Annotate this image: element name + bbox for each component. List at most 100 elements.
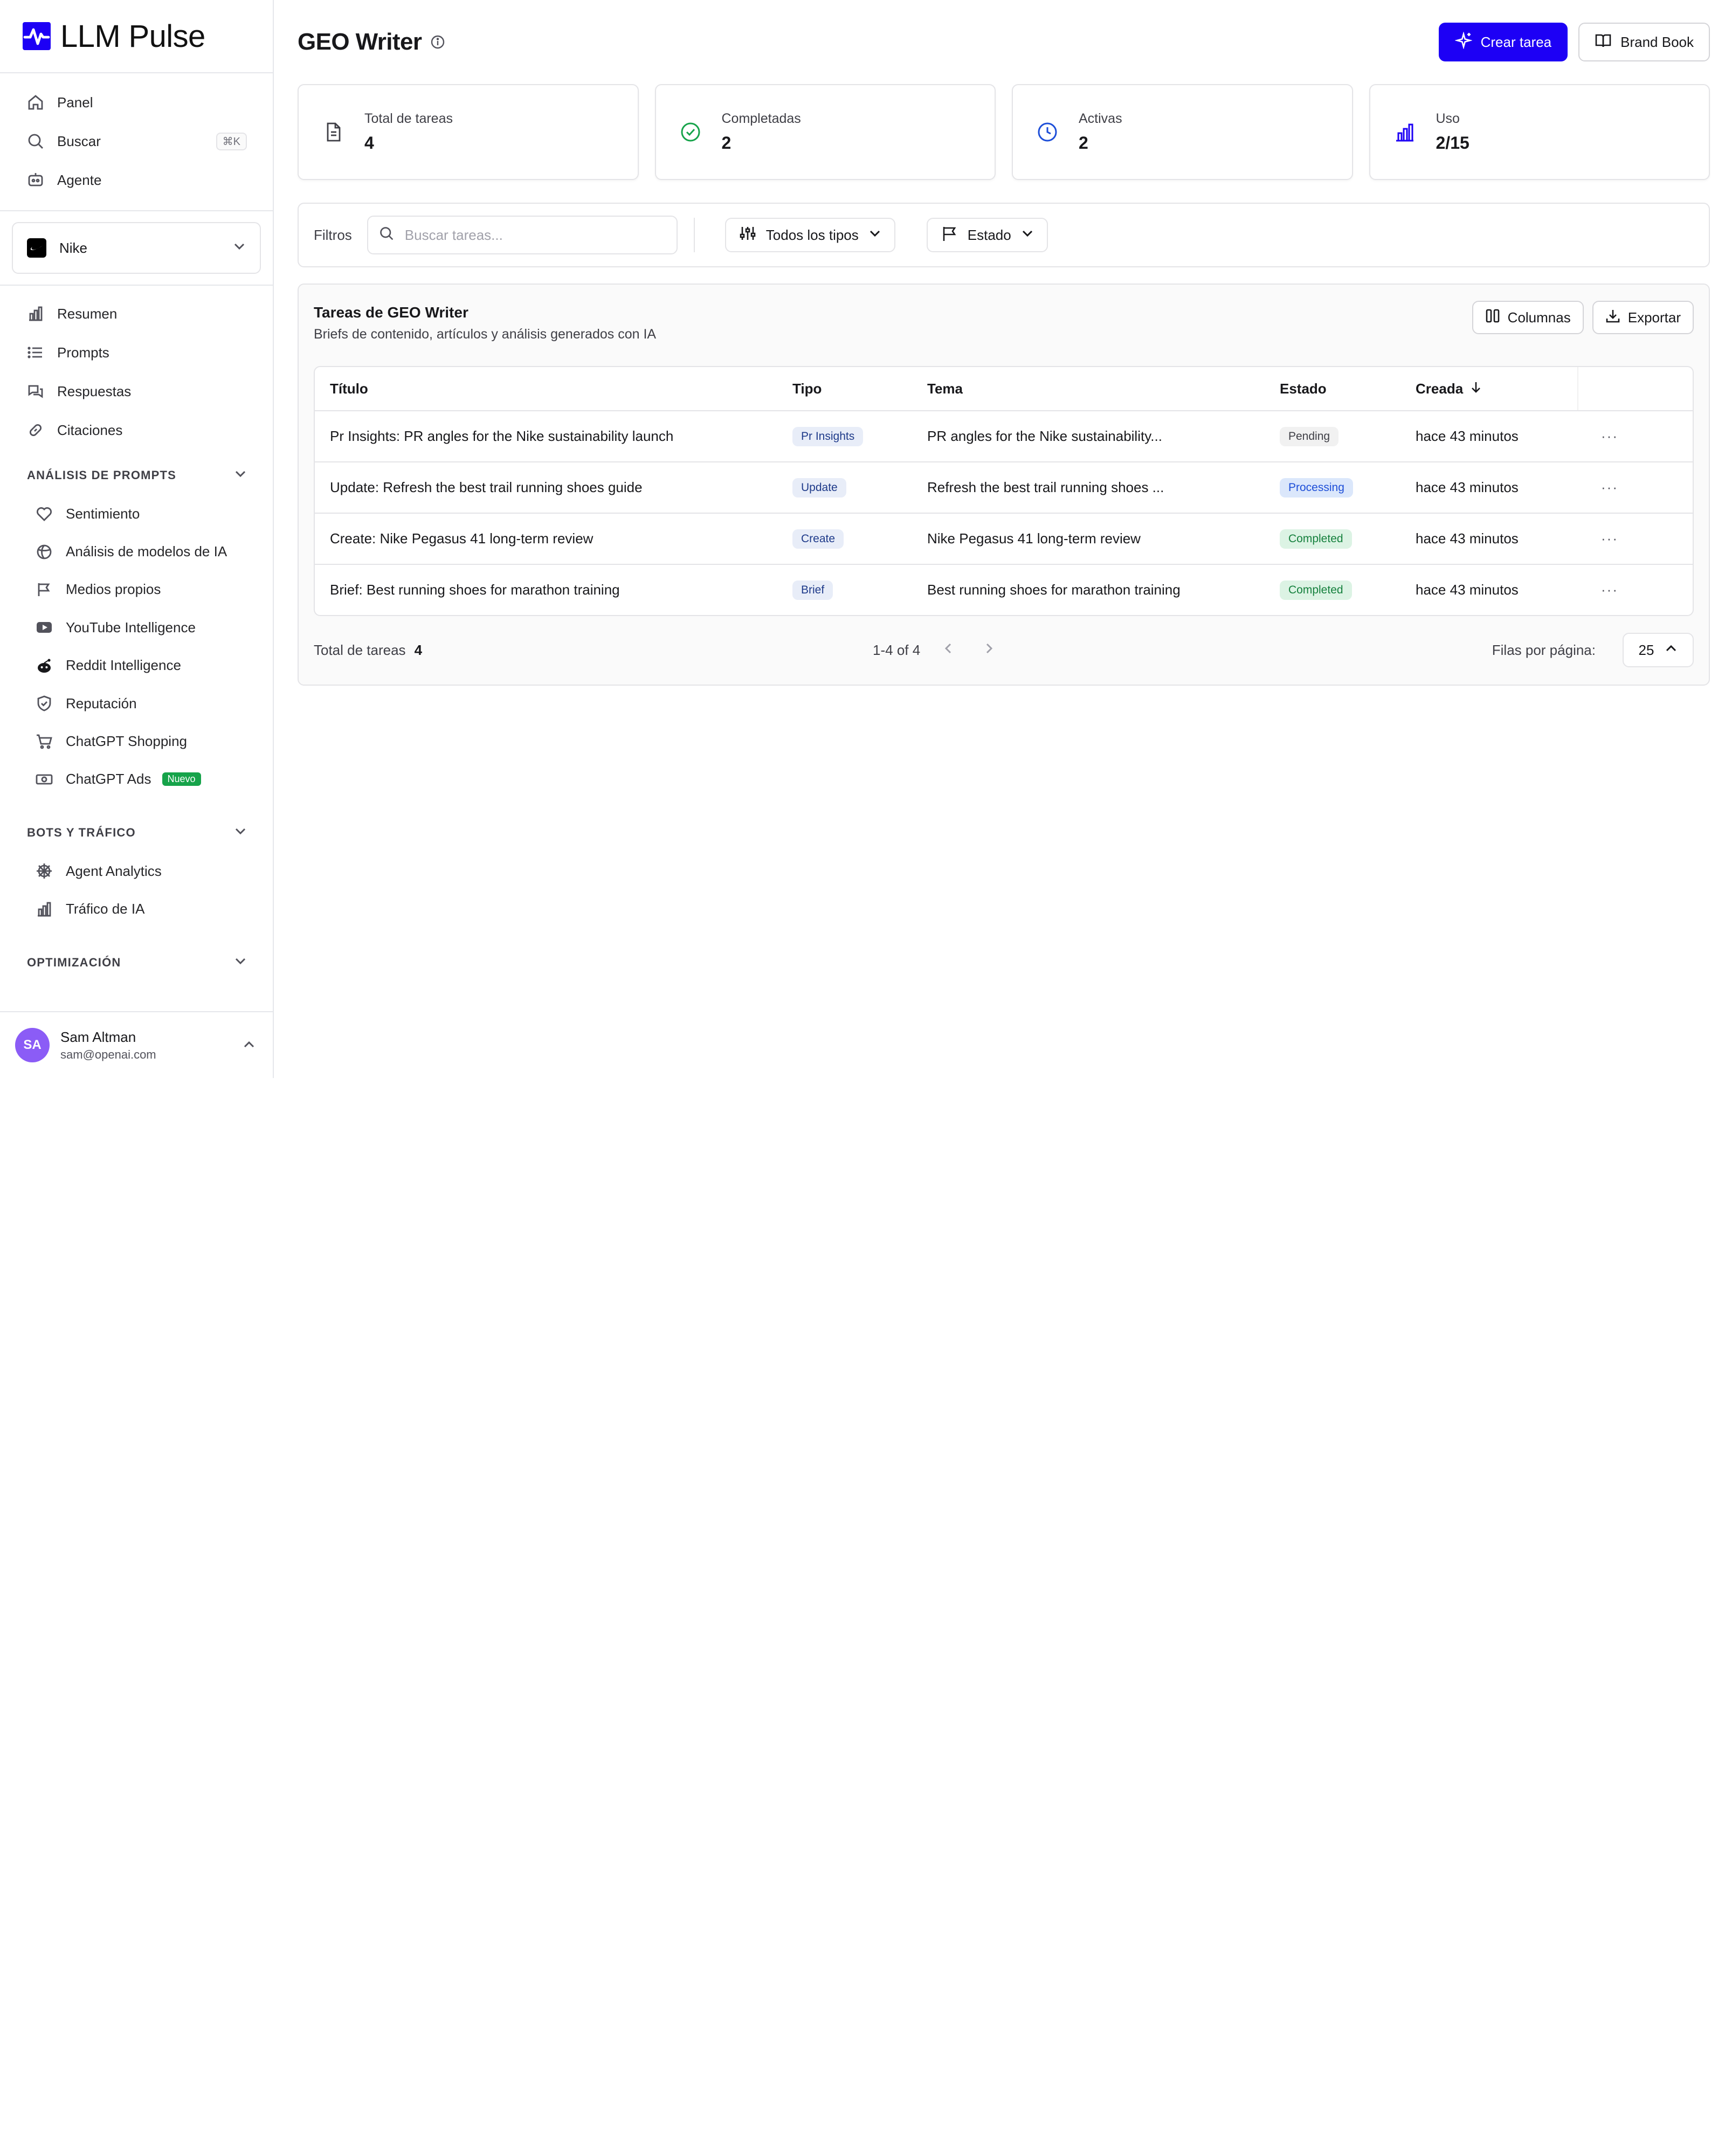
chevron-down-icon: [1021, 227, 1034, 244]
tasks-title: Tareas de GEO Writer: [314, 304, 468, 321]
total-tasks-label: Total de tareas: [314, 641, 406, 658]
export-button[interactable]: Exportar: [1592, 301, 1694, 334]
more-actions-icon[interactable]: ···: [1577, 428, 1642, 445]
nike-logo-icon: [27, 238, 46, 258]
nav-item-reddit[interactable]: Reddit Intelligence: [0, 647, 273, 685]
more-actions-icon[interactable]: ···: [1577, 582, 1642, 598]
filters-label: Filtros: [314, 226, 352, 243]
rows-per-page-label: Filas por página:: [1492, 641, 1596, 658]
stat-value: 2: [1079, 133, 1088, 153]
status-filter-dropdown[interactable]: Estado: [926, 218, 1048, 252]
column-header-topic[interactable]: Tema: [927, 381, 1280, 397]
task-title[interactable]: Create: Nike Pegasus 41 long-term review: [315, 530, 792, 547]
status-filter-value: Estado: [967, 226, 1011, 243]
nav-item-label: Respuestas: [57, 383, 132, 399]
nav-item-ai-models[interactable]: Análisis de modelos de IA: [0, 533, 273, 570]
section-title: ANÁLISIS DE PROMPTS: [27, 468, 177, 482]
link-icon: [26, 420, 45, 440]
column-header-status[interactable]: Estado: [1280, 381, 1416, 397]
bar-chart-icon: [34, 900, 54, 919]
nav-item-agent-analytics[interactable]: Agent Analytics: [0, 852, 273, 890]
nav-item-panel[interactable]: Panel: [0, 83, 273, 122]
chevron-down-icon: [234, 467, 247, 483]
chat-icon: [26, 382, 45, 401]
table-row[interactable]: Create: Nike Pegasus 41 long-term review…: [315, 513, 1693, 564]
nav-item-label: Reddit Intelligence: [66, 657, 181, 674]
task-topic: Best running shoes for marathon training: [927, 582, 1181, 598]
column-header-title[interactable]: Título: [315, 381, 792, 397]
chevron-up-icon: [1665, 642, 1678, 659]
task-title[interactable]: Pr Insights: PR angles for the Nike sust…: [315, 428, 792, 445]
nav-item-label: Buscar: [57, 133, 101, 149]
total-tasks-value: 4: [414, 641, 423, 658]
column-header-type[interactable]: Tipo: [792, 381, 927, 397]
type-badge: Create: [792, 529, 844, 549]
brand-book-button[interactable]: Brand Book: [1578, 23, 1710, 61]
page-info: 1-4 of 4: [873, 641, 921, 658]
section-prompt-analysis[interactable]: ANÁLISIS DE PROMPTS: [0, 456, 273, 495]
brand-select[interactable]: Nike: [12, 222, 261, 274]
type-filter-dropdown[interactable]: Todos los tipos: [724, 218, 895, 252]
task-created: hace 43 minutos: [1416, 479, 1519, 495]
table-row[interactable]: Brief: Best running shoes for marathon t…: [315, 564, 1693, 615]
create-task-button[interactable]: Crear tarea: [1438, 23, 1568, 61]
table-row[interactable]: Update: Refresh the best trail running s…: [315, 461, 1693, 513]
nav-item-search[interactable]: Buscar ⌘K: [0, 122, 273, 161]
brand-book-label: Brand Book: [1620, 33, 1694, 50]
chevron-down-icon: [868, 227, 881, 244]
nav-item-owned-media[interactable]: Medios propios: [0, 571, 273, 609]
nav-item-summary[interactable]: Resumen: [0, 294, 273, 333]
chevron-right-icon[interactable]: [983, 642, 996, 659]
export-label: Exportar: [1627, 309, 1681, 326]
task-topic: Refresh the best trail running shoes ...: [927, 479, 1164, 495]
nav-item-responses[interactable]: Respuestas: [0, 372, 273, 411]
nav-item-citations[interactable]: Citaciones: [0, 411, 273, 450]
nav-item-prompts[interactable]: Prompts: [0, 333, 273, 372]
nav-item-ai-traffic[interactable]: Tráfico de IA: [0, 890, 273, 928]
stat-value: 4: [364, 133, 374, 153]
type-badge: Brief: [792, 580, 833, 600]
search-input[interactable]: [404, 226, 642, 244]
more-actions-icon[interactable]: ···: [1577, 530, 1642, 547]
rows-per-page-value: 25: [1638, 641, 1654, 658]
nav-item-youtube[interactable]: YouTube Intelligence: [0, 609, 273, 646]
search-icon: [379, 225, 394, 245]
stat-card-active: Activas 2: [1012, 84, 1353, 180]
user-menu[interactable]: SA Sam Altman sam@openai.com: [0, 1011, 273, 1078]
task-topic: PR angles for the Nike sustainability...: [927, 428, 1162, 444]
nav-item-reputation[interactable]: Reputación: [0, 685, 273, 722]
brand-header[interactable]: LLM Pulse: [0, 0, 273, 73]
nav-item-label: Prompts: [57, 344, 109, 361]
tasks-actions: Columnas Exportar: [1472, 301, 1694, 334]
rows-per-page-select[interactable]: 25: [1623, 633, 1694, 667]
task-created: hace 43 minutos: [1416, 530, 1519, 547]
new-badge: Nuevo: [162, 772, 201, 786]
pulse-logo-icon: [23, 22, 51, 50]
nav-item-agent[interactable]: Agente: [0, 161, 273, 199]
task-title[interactable]: Update: Refresh the best trail running s…: [315, 479, 792, 496]
nav-item-chatgpt-ads[interactable]: ChatGPT Ads Nuevo: [0, 761, 273, 798]
chevron-left-icon[interactable]: [942, 642, 955, 659]
task-title[interactable]: Brief: Best running shoes for marathon t…: [315, 582, 792, 598]
column-header-created[interactable]: Creada: [1416, 381, 1577, 397]
youtube-icon: [34, 618, 54, 637]
nav-item-chatgpt-shopping[interactable]: ChatGPT Shopping: [0, 722, 273, 760]
list-icon: [26, 343, 45, 362]
section-bots-traffic[interactable]: BOTS Y TRÁFICO: [0, 813, 273, 852]
info-icon[interactable]: [430, 34, 445, 50]
more-actions-icon[interactable]: ···: [1577, 479, 1642, 496]
tasks-table: Título Tipo Tema Estado Creada Pr Insigh…: [314, 366, 1694, 616]
search-icon: [26, 132, 45, 151]
nav-item-sentiment[interactable]: Sentimiento: [0, 495, 273, 533]
bar-chart-icon: [26, 304, 45, 323]
flag-icon: [941, 225, 958, 246]
brand-select-wrap: Nike: [0, 211, 273, 286]
columns-button[interactable]: Columnas: [1472, 301, 1584, 334]
table-row[interactable]: Pr Insights: PR angles for the Nike sust…: [315, 410, 1693, 461]
chevron-down-icon: [234, 825, 247, 841]
heart-icon: [34, 504, 54, 523]
task-topic: Nike Pegasus 41 long-term review: [927, 530, 1141, 547]
section-optimization[interactable]: OPTIMIZACIÓN: [0, 943, 273, 982]
stat-card-total: Total de tareas 4: [298, 84, 639, 180]
usage-chart-icon: [1394, 121, 1416, 143]
